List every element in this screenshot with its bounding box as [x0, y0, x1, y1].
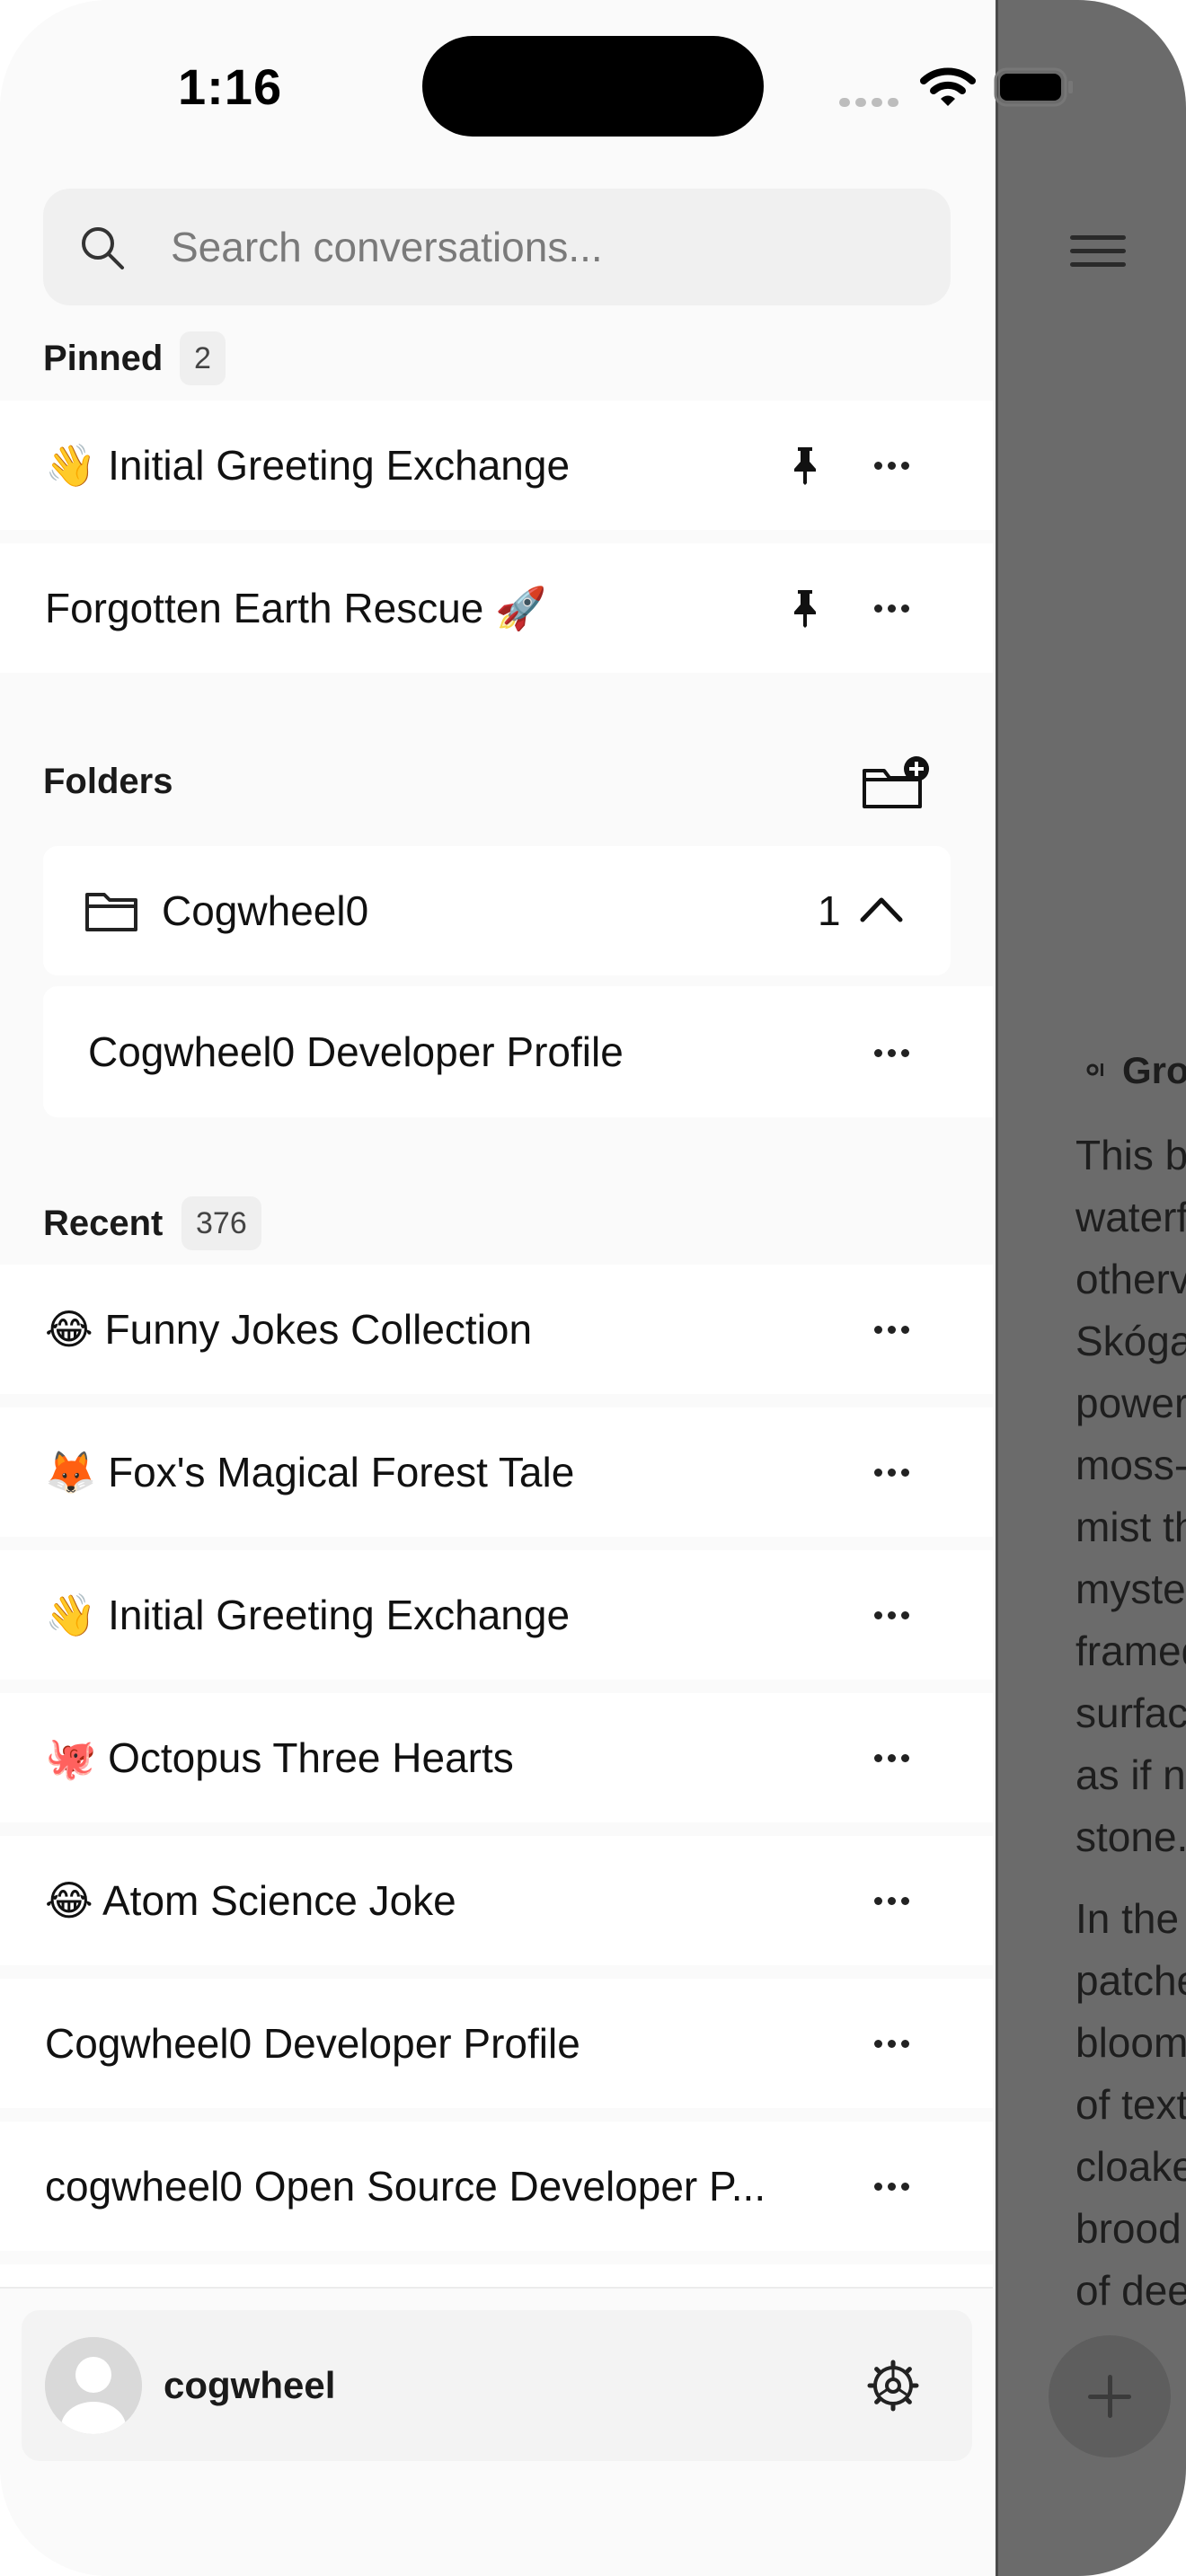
pinned-conversation-row[interactable]: 👋 Initial Greeting Exchange: [0, 401, 993, 530]
username: cogwheel: [164, 2364, 336, 2406]
more-options-icon[interactable]: [872, 1035, 918, 1071]
more-options-icon[interactable]: [872, 447, 918, 483]
pin-icon: [794, 590, 816, 628]
pinned-section-label: Pinned: [43, 339, 164, 378]
more-options-icon[interactable]: [872, 2025, 918, 2061]
conversation-title: Forgotten Earth Rescue 🚀: [45, 585, 547, 631]
conversation-title: 😂 Funny Jokes Collection: [45, 1306, 533, 1353]
pin-icon: [794, 447, 816, 485]
recent-conversation-row[interactable]: 😂 Funny Jokes Collection: [0, 1265, 993, 1394]
recent-count-badge: 376: [181, 1196, 261, 1250]
folders-section-label: Folders: [43, 762, 173, 801]
recent-conversation-row[interactable]: 🦊 Fox's Magical Forest Tale: [0, 1407, 993, 1537]
battery-icon: [994, 67, 1073, 107]
search-input[interactable]: [171, 189, 925, 305]
folder-count: 1: [818, 887, 841, 934]
recent-conversation-row[interactable]: 👋 Initial Greeting Exchange: [0, 1550, 993, 1680]
folder-name: Cogwheel0: [162, 887, 369, 934]
more-options-icon[interactable]: [872, 2168, 918, 2204]
folder-row-cogwheel0[interactable]: Cogwheel0 1: [43, 846, 951, 975]
main-response-paragraph-2: In thepatchebloom of textcloakebrood of …: [1075, 1895, 1186, 2314]
conversation-title: 👋 Initial Greeting Exchange: [45, 1592, 571, 1638]
main-response-heading: Gro: [1122, 1049, 1186, 1091]
folder-icon: [85, 893, 137, 931]
recent-conversation-row-partial[interactable]: [0, 2264, 993, 2288]
pinned-conversation-row[interactable]: Forgotten Earth Rescue 🚀: [0, 543, 993, 673]
menu-icon[interactable]: [1070, 235, 1126, 268]
more-options-icon[interactable]: [872, 1740, 918, 1776]
recent-conversation-row[interactable]: Cogwheel0 Developer Profile: [0, 1979, 993, 2108]
recent-conversation-row[interactable]: 😂 Atom Science Joke: [0, 1836, 993, 1965]
conversation-title: 🐙 Octopus Three Hearts: [45, 1734, 514, 1781]
more-options-icon[interactable]: [872, 1311, 918, 1347]
user-profile-bar[interactable]: cogwheel: [22, 2310, 972, 2461]
recent-section-label: Recent: [43, 1204, 164, 1243]
conversation-sidebar: Pinned 2 👋 Initial Greeting Exchange For…: [0, 0, 996, 2576]
default-avatar-icon: [45, 2337, 142, 2434]
search-icon: [82, 227, 124, 269]
more-options-icon[interactable]: [872, 590, 918, 626]
more-options-icon[interactable]: [872, 1454, 918, 1490]
search-bar[interactable]: [43, 189, 951, 305]
pinned-count-badge: 2: [180, 331, 226, 385]
new-chat-plus-button[interactable]: [1049, 2335, 1171, 2457]
main-chat-panel-dimmed[interactable]: Gro This b waterf otherv Skóga power moss- m…: [996, 0, 1186, 2576]
conversation-title: 👋 Initial Greeting Exchange: [45, 442, 571, 489]
folder-conversation-row[interactable]: Cogwheel0 Developer Profile: [43, 986, 993, 1117]
settings-gear-icon[interactable]: [866, 2359, 920, 2413]
chevron-up-icon[interactable]: [859, 893, 904, 925]
conversation-title: 😂 Atom Science Joke: [45, 1877, 456, 1924]
divider: [0, 2287, 993, 2289]
new-folder-icon[interactable]: [861, 754, 931, 812]
more-options-icon[interactable]: [872, 1597, 918, 1633]
main-response-paragraph-1: This b waterf otherv Skóga power moss- mist …: [1075, 1132, 1186, 1860]
recent-conversation-row[interactable]: cogwheel0 Open Source Developer P...: [0, 2122, 993, 2251]
sources-icon: [1086, 1063, 1103, 1076]
conversation-title: Cogwheel0 Developer Profile: [88, 1028, 624, 1075]
conversation-title: cogwheel0 Open Source Developer P...: [45, 2163, 766, 2210]
avatar[interactable]: [45, 2337, 142, 2434]
conversation-title: 🦊 Fox's Magical Forest Tale: [45, 1449, 575, 1495]
more-options-icon[interactable]: [872, 1883, 918, 1919]
phone-screen: Gro This b waterf otherv Skóga power moss- m…: [0, 0, 1186, 2576]
recent-conversation-row[interactable]: 🐙 Octopus Three Hearts: [0, 1693, 993, 1822]
conversation-title: Cogwheel0 Developer Profile: [45, 2020, 580, 2067]
